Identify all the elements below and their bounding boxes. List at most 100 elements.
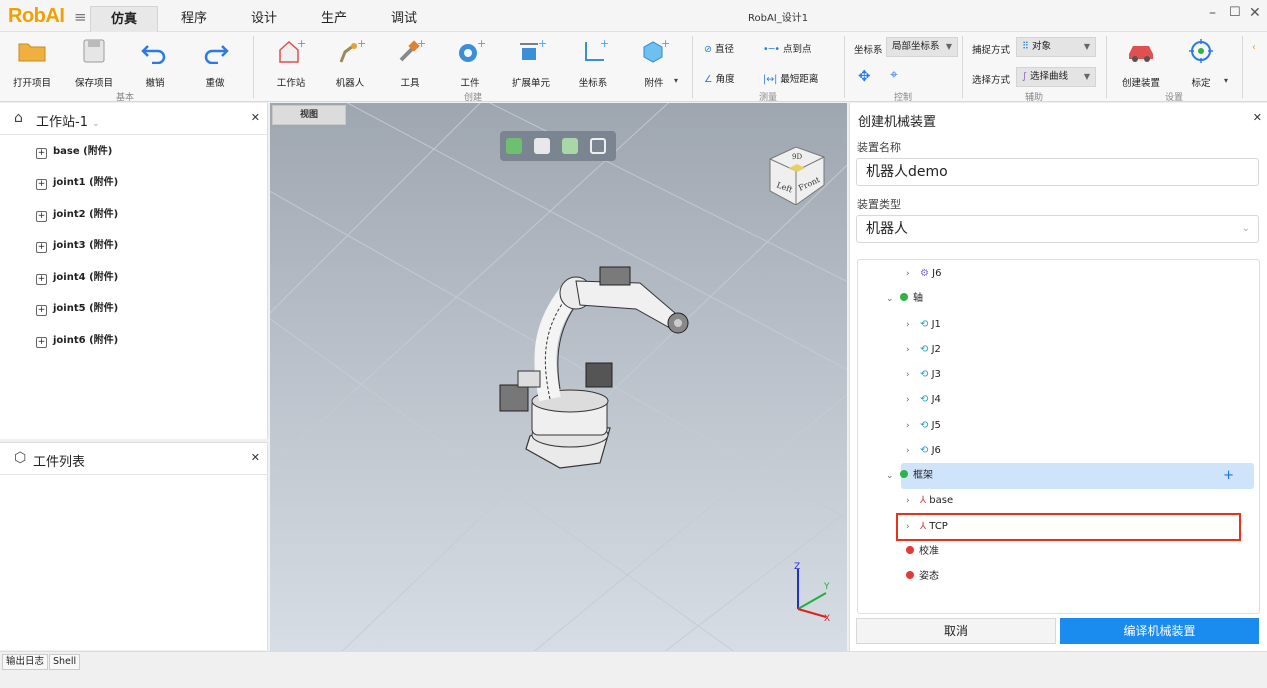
tree-node-label: J2: [931, 344, 941, 355]
tab-design[interactable]: 设计: [242, 6, 286, 32]
tree-item-base[interactable]: + base (附件): [36, 142, 112, 162]
expand-icon[interactable]: +: [36, 179, 47, 190]
tab-program[interactable]: 程序: [172, 6, 216, 32]
view-shaded-icon[interactable]: [506, 138, 522, 154]
workpiece-list-panel: ⬡ 工件列表 ✕: [0, 442, 268, 650]
tab-output-log[interactable]: 输出日志: [2, 654, 49, 670]
undo-button[interactable]: 撤销: [128, 32, 182, 92]
close-icon[interactable]: ✕: [251, 111, 260, 124]
chevron-down-icon[interactable]: ⌄: [886, 464, 900, 488]
close-window-icon[interactable]: ✕: [1249, 5, 1261, 21]
workpiece-list-header: ⬡ 工件列表 ✕: [0, 443, 268, 475]
expand-icon[interactable]: +: [36, 305, 47, 316]
robot-model[interactable]: [490, 253, 730, 473]
chevron-right-icon[interactable]: ›: [906, 338, 920, 362]
device-type-select[interactable]: 机器人 ⌄: [856, 215, 1259, 243]
view-transparent-icon[interactable]: [562, 138, 578, 154]
coordinate-system-icon: +: [585, 38, 608, 61]
redo-button[interactable]: 重做: [188, 32, 242, 92]
tree-node-axis-j2[interactable]: › ⟲ J2: [906, 338, 941, 362]
tree-item-joint4[interactable]: + joint4 (附件): [36, 268, 118, 288]
more-icon[interactable]: ‹: [1252, 42, 1256, 53]
calibrate-button[interactable]: 标定: [1174, 32, 1228, 92]
tree-item-joint1[interactable]: + joint1 (附件): [36, 173, 118, 193]
tree-item-joint3[interactable]: + joint3 (附件): [36, 236, 118, 256]
point-to-point-button[interactable]: •─• 点到点: [763, 41, 811, 55]
workstation-button[interactable]: + 工作站: [264, 32, 318, 92]
curve-icon: ∫: [1022, 71, 1027, 82]
navigation-cube[interactable]: Left Front 9D: [766, 145, 830, 205]
view-wireframe-icon[interactable]: [534, 138, 550, 154]
extension-unit-button[interactable]: + 扩展单元: [502, 32, 560, 92]
diameter-button[interactable]: ⊘ 直径: [704, 41, 734, 55]
move-icon[interactable]: ✥: [858, 67, 871, 85]
shortest-distance-button[interactable]: |↔| 最短距离: [763, 71, 818, 85]
chevron-right-icon[interactable]: ›: [906, 489, 920, 513]
tree-node-axes[interactable]: ⌄ 轴: [886, 287, 923, 311]
close-icon[interactable]: ✕: [1253, 111, 1262, 124]
expand-icon[interactable]: +: [36, 211, 47, 222]
chevron-right-icon[interactable]: ›: [906, 313, 920, 337]
workstation-title[interactable]: 工作站-1 ⌄: [36, 111, 100, 130]
calibrate-dropdown-icon[interactable]: ▾: [1224, 76, 1228, 85]
tree-item-joint2[interactable]: + joint2 (附件): [36, 205, 118, 225]
coordinate-system-button[interactable]: + 坐标系: [564, 32, 622, 92]
chevron-down-icon: ▼: [1083, 72, 1090, 81]
tab-simulation[interactable]: 仿真: [90, 6, 158, 32]
save-project-button[interactable]: 保存项目: [66, 32, 122, 92]
tree-node-calibration[interactable]: 校准: [906, 540, 939, 564]
align-icon[interactable]: ⌖: [890, 67, 898, 83]
expand-icon[interactable]: +: [36, 337, 47, 348]
device-name-label: 装置名称: [857, 141, 901, 154]
chevron-right-icon[interactable]: ›: [906, 414, 920, 438]
capture-mode-select[interactable]: ⠿ 对象 ▼: [1016, 37, 1096, 57]
cancel-button[interactable]: 取消: [856, 618, 1056, 644]
target-icon: [1189, 39, 1213, 63]
chevron-right-icon[interactable]: ›: [906, 388, 920, 412]
view-tab[interactable]: 视图: [272, 105, 346, 125]
tab-production[interactable]: 生产: [312, 6, 356, 32]
chevron-right-icon[interactable]: ›: [906, 262, 920, 286]
expand-icon[interactable]: +: [36, 274, 47, 285]
3d-viewport[interactable]: 视图 Left Front 9D Z Y X: [270, 103, 847, 651]
compile-mechanism-button[interactable]: 编译机械装置: [1060, 618, 1259, 644]
tree-node-axis-j6[interactable]: › ⟲ J6: [906, 439, 941, 463]
add-icon[interactable]: +: [1223, 468, 1234, 483]
tree-node-pose[interactable]: 姿态: [906, 565, 939, 589]
view-fit-icon[interactable]: [590, 138, 606, 154]
tree-node-frames[interactable]: ⌄ 框架: [886, 464, 933, 488]
expand-icon[interactable]: +: [36, 242, 47, 253]
select-mode-select[interactable]: ∫ 选择曲线 ▼: [1016, 67, 1096, 87]
create-device-button[interactable]: 创建装置: [1112, 32, 1170, 92]
hamburger-menu-icon[interactable]: ≡: [74, 8, 87, 26]
coord-system-select[interactable]: 局部坐标系 ▼: [886, 37, 958, 57]
maximize-icon[interactable]: ☐: [1229, 5, 1241, 20]
tree-node-axis-j3[interactable]: › ⟲ J3: [906, 363, 941, 387]
minimize-icon[interactable]: –: [1209, 5, 1216, 21]
tree-node-j6[interactable]: › ⚙ J6: [906, 262, 941, 286]
attachment-dropdown-icon[interactable]: ▾: [674, 76, 678, 85]
chevron-right-icon[interactable]: ›: [906, 439, 920, 463]
tree-node-axis-j1[interactable]: › ⟲ J1: [906, 313, 941, 337]
open-project-button[interactable]: 打开项目: [4, 32, 60, 92]
workpiece-button[interactable]: + 工件: [442, 32, 498, 92]
tree-node-axis-j5[interactable]: › ⟲ J5: [906, 414, 941, 438]
tree-node-axis-j4[interactable]: › ⟲ J4: [906, 388, 941, 412]
group-control-label: 控制: [893, 93, 912, 103]
tool-button[interactable]: + 工具: [382, 32, 438, 92]
tree-item-joint6[interactable]: + joint6 (附件): [36, 331, 118, 351]
tree-node-frame-base[interactable]: › ⅄ base: [906, 489, 953, 513]
angle-button[interactable]: ∠ 角度: [704, 71, 735, 85]
close-icon[interactable]: ✕: [251, 451, 260, 464]
tab-shell[interactable]: Shell: [49, 654, 81, 670]
object-grid-icon: ⠿: [1022, 41, 1029, 52]
shortest-distance-icon: |↔|: [763, 74, 778, 85]
tab-debug[interactable]: 调试: [382, 6, 426, 32]
tree-item-joint5[interactable]: + joint5 (附件): [36, 299, 118, 319]
chevron-down-icon[interactable]: ⌄: [886, 287, 900, 311]
frame-axes-icon: ⅄: [920, 495, 927, 506]
chevron-right-icon[interactable]: ›: [906, 363, 920, 387]
robot-button[interactable]: + 机器人: [322, 32, 378, 92]
device-name-input[interactable]: 机器人demo: [856, 158, 1259, 186]
expand-icon[interactable]: +: [36, 148, 47, 159]
